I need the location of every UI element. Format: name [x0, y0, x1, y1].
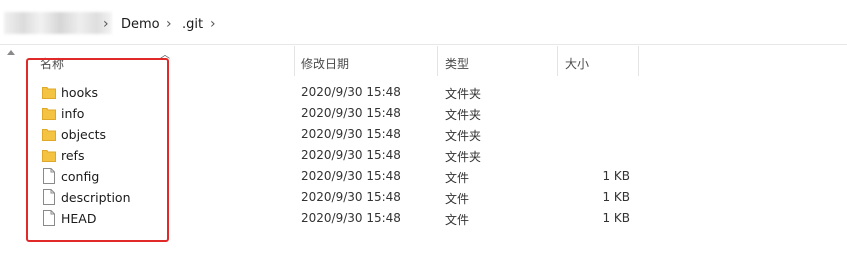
file-date: 2020/9/30 15:48 — [301, 169, 401, 183]
column-divider[interactable] — [638, 46, 639, 76]
column-header-size[interactable]: 大小 — [565, 55, 589, 72]
column-divider[interactable] — [294, 46, 295, 76]
chevron-right-icon[interactable]: › — [210, 16, 216, 32]
file-date: 2020/9/30 15:48 — [301, 106, 401, 120]
column-header-date[interactable]: 修改日期 — [301, 55, 349, 72]
file-date: 2020/9/30 15:48 — [301, 127, 401, 141]
file-size: 1 KB — [602, 211, 630, 225]
file-size: 1 KB — [602, 190, 630, 204]
highlight-annotation — [26, 58, 169, 242]
address-bar[interactable]: › Demo › .git › — [0, 0, 847, 45]
file-type: 文件夹 — [445, 129, 482, 143]
column-header-type[interactable]: 类型 — [445, 55, 469, 72]
file-type: 文件 — [445, 192, 470, 206]
column-divider[interactable] — [557, 46, 558, 76]
file-type: 文件 — [445, 171, 470, 185]
file-type: 文件夹 — [445, 108, 482, 122]
file-type: 文件夹 — [445, 150, 482, 164]
redacted-path — [4, 12, 112, 34]
file-date: 2020/9/30 15:48 — [301, 148, 401, 162]
file-type: 文件夹 — [445, 87, 482, 101]
file-date: 2020/9/30 15:48 — [301, 211, 401, 225]
chevron-right-icon[interactable]: › — [166, 16, 172, 32]
breadcrumb-item-demo[interactable]: Demo — [121, 17, 160, 32]
file-date: 2020/9/30 15:48 — [301, 190, 401, 204]
chevron-right-icon[interactable]: › — [103, 16, 109, 32]
file-date: 2020/9/30 15:48 — [301, 85, 401, 99]
column-divider[interactable] — [437, 46, 438, 76]
file-type: 文件 — [445, 213, 470, 227]
breadcrumb-item-git[interactable]: .git — [182, 17, 203, 32]
file-size: 1 KB — [602, 169, 630, 183]
